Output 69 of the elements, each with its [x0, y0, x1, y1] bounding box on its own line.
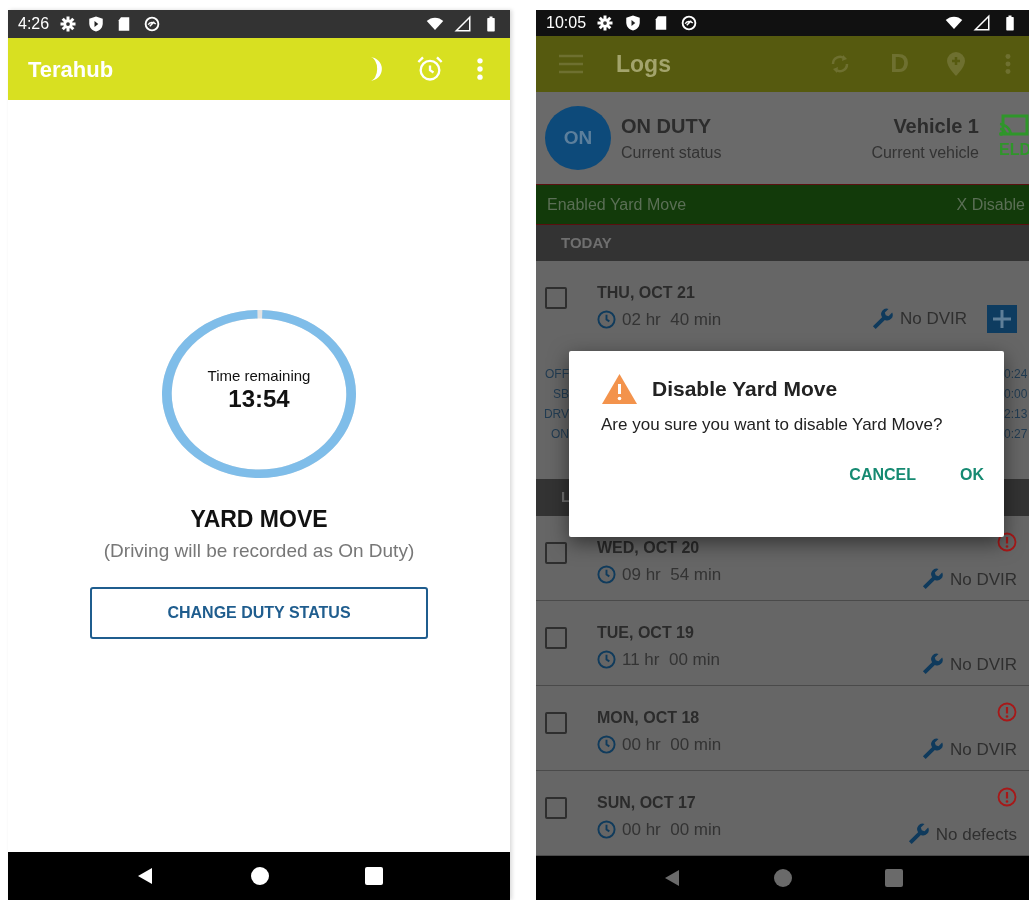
summary-label: SB — [553, 386, 569, 404]
plus-icon — [992, 309, 1012, 330]
status-time: 10:05 — [546, 12, 587, 33]
wrench-icon — [921, 738, 944, 761]
signal-icon — [454, 15, 472, 33]
summary-value: 0:27 — [1004, 426, 1028, 444]
checkbox[interactable] — [545, 797, 567, 820]
status-time: 4:26 — [18, 14, 50, 34]
app-title: Logs — [616, 49, 672, 79]
checkbox[interactable] — [545, 542, 567, 565]
wrench-icon — [921, 653, 944, 676]
checkbox[interactable] — [545, 712, 567, 735]
day-date: SUN, OCT 17 — [597, 793, 696, 814]
summary-value: 0:00 — [1004, 386, 1028, 404]
clock-icon — [597, 735, 616, 755]
home-icon[interactable] — [250, 866, 270, 886]
status-subtitle: Current status — [621, 143, 722, 164]
summary-label: DRV — [543, 406, 569, 424]
app-title: Terahub — [28, 55, 115, 84]
cast-screen-icon[interactable] — [999, 114, 1029, 139]
day-date: MON, OCT 18 — [597, 708, 700, 729]
summary-label: ON — [551, 426, 569, 444]
add-button[interactable] — [987, 305, 1017, 334]
dialog-title: Disable Yard Move — [652, 376, 838, 403]
section-header: TODAY — [561, 232, 612, 253]
day-date: TUE, OCT 19 — [597, 623, 694, 644]
banner-text: Enabled Yard Move — [547, 194, 687, 215]
checkbox[interactable] — [545, 287, 567, 310]
mode-note: (Driving will be recorded as On Duty) — [103, 538, 415, 563]
summary-value: 2:13 — [1004, 406, 1028, 424]
wrench-icon — [907, 823, 930, 846]
checkbox[interactable] — [545, 627, 567, 650]
recents-icon[interactable] — [364, 867, 383, 885]
timer-label: Time remaining — [207, 365, 311, 386]
wrench-icon — [921, 568, 944, 591]
shield-icon — [87, 15, 106, 33]
dvir-status: No DVIR — [949, 653, 1017, 676]
settings-icon — [59, 15, 78, 33]
warning-icon — [601, 373, 638, 405]
clock-icon — [597, 565, 616, 585]
disable-link[interactable]: X Disable — [956, 192, 1025, 217]
settings-icon — [596, 13, 615, 32]
dvir-status: No DVIR — [899, 308, 967, 331]
dialog-message: Are you sure you want to disable Yard Move? — [601, 415, 944, 435]
signal-icon — [973, 13, 991, 32]
summary-label: OFF — [545, 366, 569, 384]
change-duty-status-button[interactable]: CHANGE DUTY STATUS — [90, 587, 428, 639]
clock-icon — [597, 650, 616, 670]
clock-icon — [597, 310, 616, 330]
status-title: ON DUTY — [621, 114, 711, 140]
vehicle-name: Vehicle 1 — [893, 114, 979, 140]
shield-icon — [624, 13, 643, 32]
vehicle-subtitle: Current vehicle — [871, 143, 979, 164]
timer-value: 13:54 — [228, 387, 290, 412]
add-location-icon[interactable] — [945, 50, 967, 77]
day-date: THU, OCT 21 — [597, 283, 695, 304]
clock-icon — [597, 820, 616, 840]
circle-icon — [680, 13, 699, 32]
dialog-button[interactable]: CANCEL — [843, 459, 922, 491]
summary-value: 0:24 — [1004, 366, 1028, 384]
dvir-status: No DVIR — [949, 568, 1017, 591]
dialog-button[interactable]: OK — [954, 459, 990, 491]
wrench-icon — [871, 308, 894, 331]
circle-icon — [143, 15, 162, 33]
menu-icon[interactable] — [558, 52, 584, 75]
dvir-status: No DVIR — [949, 738, 1017, 761]
duty-status-badge: ON — [545, 106, 611, 171]
alarm-clock-icon[interactable] — [416, 55, 444, 83]
mode-title: YARD MOVE — [190, 505, 328, 534]
